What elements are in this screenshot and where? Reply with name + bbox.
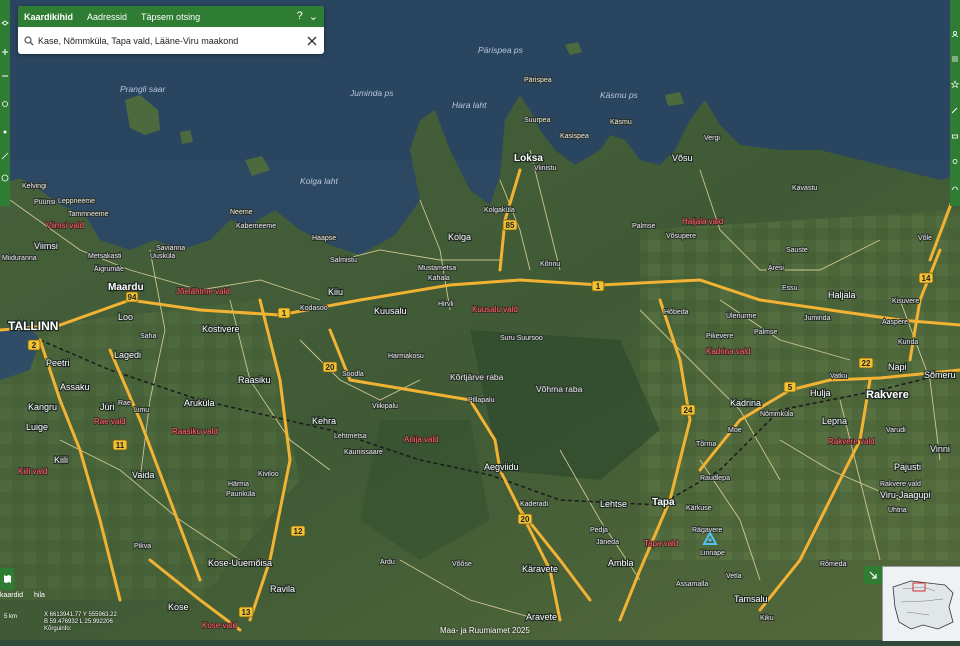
- marker-icon[interactable]: [951, 158, 959, 166]
- search-panel: Kaardikihid Aadressid Täpsem otsing ? ⌄: [18, 6, 324, 54]
- left-toolbar: [0, 0, 10, 206]
- search-tabs: Kaardikihid Aadressid Täpsem otsing ? ⌄: [18, 6, 324, 27]
- help-button[interactable]: ?: [297, 10, 303, 23]
- svg-text:24: 24: [684, 406, 693, 415]
- print-icon[interactable]: [951, 132, 959, 140]
- plus-icon[interactable]: [1, 48, 9, 56]
- share-icon[interactable]: [1, 100, 9, 108]
- svg-text:20: 20: [326, 363, 335, 372]
- scale-text: 5 km: [4, 614, 18, 620]
- layers-icon[interactable]: [1, 20, 9, 28]
- svg-text:12: 12: [294, 527, 303, 536]
- star-icon[interactable]: [951, 80, 959, 88]
- attribution: Maa- ja Ruumiamet 2025: [440, 626, 530, 635]
- overview-map[interactable]: [882, 566, 960, 641]
- svg-text:94: 94: [128, 293, 137, 302]
- basemap-label: kaardid: [0, 592, 23, 599]
- list-icon[interactable]: [951, 55, 959, 63]
- svg-text:14: 14: [922, 274, 931, 283]
- close-icon[interactable]: [306, 35, 318, 47]
- elevation-info: Kõrguinfo:: [44, 626, 72, 632]
- expand-icon: [869, 571, 877, 579]
- basemap-label-box: kaardid hila: [0, 590, 80, 606]
- search-row: [18, 27, 324, 54]
- search-icon: [24, 35, 34, 45]
- basemap-switch-button[interactable]: [0, 568, 14, 590]
- estonia-outline: [892, 580, 954, 630]
- user-icon[interactable]: [951, 30, 959, 38]
- hybrid-label: hila: [34, 592, 45, 599]
- scale-bar: 5 km: [4, 614, 17, 620]
- svg-text:20: 20: [521, 515, 530, 524]
- right-toolbar: [950, 0, 960, 206]
- svg-text:11: 11: [116, 441, 125, 450]
- coords-bl: B 59.476932 L 25.992206: [44, 619, 113, 625]
- collapse-button[interactable]: ⌄: [309, 10, 318, 23]
- route-icon[interactable]: [951, 184, 959, 192]
- overview-toggle-button[interactable]: [864, 566, 882, 584]
- svg-text:1: 1: [282, 309, 287, 318]
- map-icon: [3, 575, 11, 583]
- svg-text:85: 85: [506, 221, 515, 230]
- tab-addresses[interactable]: Aadressid: [87, 12, 127, 22]
- svg-text:1: 1: [596, 282, 601, 291]
- coordinate-readout: X 6613941.77 Y 555963.22 B 59.476932 L 2…: [44, 612, 154, 633]
- svg-text:5: 5: [788, 383, 793, 392]
- minus-icon[interactable]: [1, 72, 9, 80]
- svg-text:13: 13: [242, 608, 251, 617]
- tab-map-layers[interactable]: Kaardikihid: [24, 12, 73, 22]
- search-input[interactable]: [38, 35, 306, 46]
- coords-xy: X 6613941.77 Y 555963.22: [44, 612, 117, 618]
- draw-icon[interactable]: [951, 106, 959, 114]
- svg-text:22: 22: [862, 359, 871, 368]
- measure-icon[interactable]: [1, 152, 9, 160]
- satellite-map[interactable]: 94 1 1 85 20 20 5 24 22 14 12 13 2 11 Pr…: [0, 0, 960, 640]
- svg-text:2: 2: [32, 341, 37, 350]
- info-icon[interactable]: [1, 174, 9, 182]
- tab-advanced-search[interactable]: Täpsem otsing: [141, 12, 200, 22]
- location-icon[interactable]: [1, 128, 9, 136]
